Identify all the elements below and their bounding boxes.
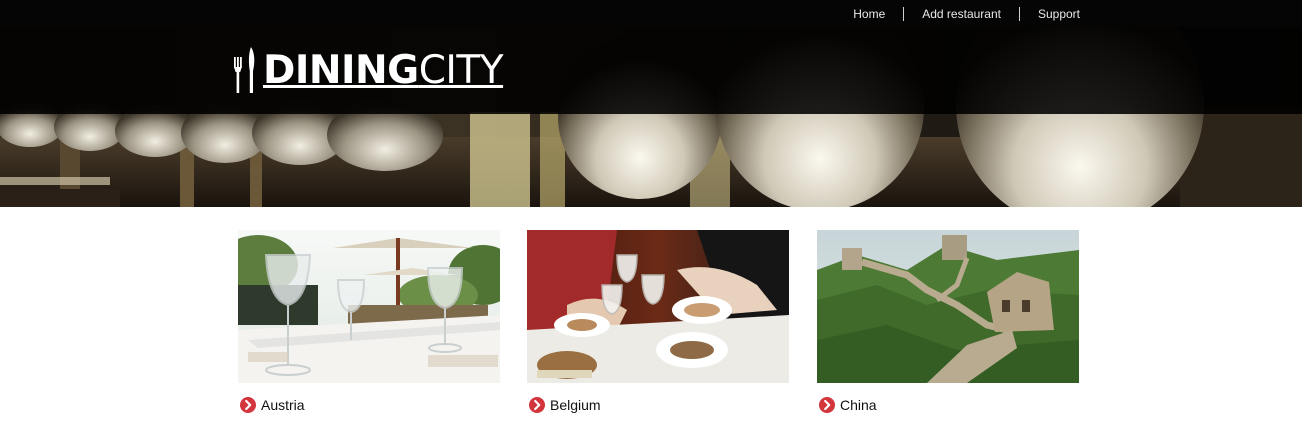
country-label-china[interactable]: China xyxy=(819,396,877,414)
logo-band xyxy=(0,27,1302,114)
chevron-right-circle-icon xyxy=(529,397,545,413)
great-wall-image xyxy=(817,230,1079,383)
country-card-austria[interactable]: Austria xyxy=(238,230,500,420)
country-name: Belgium xyxy=(550,397,601,413)
country-image-austria[interactable] xyxy=(238,230,500,383)
country-name: Austria xyxy=(261,397,305,413)
country-image-belgium[interactable] xyxy=(527,230,789,383)
country-cards: Austria Belgium China xyxy=(0,230,1302,436)
nav-support-link[interactable]: Support xyxy=(1018,7,1080,21)
logo-text-dining: DINING xyxy=(263,48,419,93)
page: Home Add restaurant Support DINING CITY … xyxy=(0,0,1302,436)
chevron-right-circle-icon xyxy=(819,397,835,413)
nav-home-link[interactable]: Home xyxy=(835,7,903,21)
country-label-belgium[interactable]: Belgium xyxy=(529,396,601,414)
diners-at-table-image xyxy=(527,230,789,383)
country-card-china[interactable]: China xyxy=(817,230,1079,420)
chevron-right-circle-icon xyxy=(240,397,256,413)
country-image-china[interactable] xyxy=(817,230,1079,383)
country-card-belgium[interactable]: Belgium xyxy=(527,230,789,420)
outdoor-table-image xyxy=(238,230,500,383)
logo-text-city: CITY xyxy=(418,48,504,93)
top-nav: Home Add restaurant Support xyxy=(835,7,1080,21)
country-label-austria[interactable]: Austria xyxy=(240,396,305,414)
hero-banner xyxy=(0,27,1302,207)
country-name: China xyxy=(840,397,877,413)
dining-city-logo[interactable]: DINING CITY xyxy=(233,45,504,97)
top-nav-bar: Home Add restaurant Support xyxy=(0,0,1302,27)
fork-knife-icon xyxy=(234,47,255,93)
nav-add-restaurant-link[interactable]: Add restaurant xyxy=(903,7,1019,21)
